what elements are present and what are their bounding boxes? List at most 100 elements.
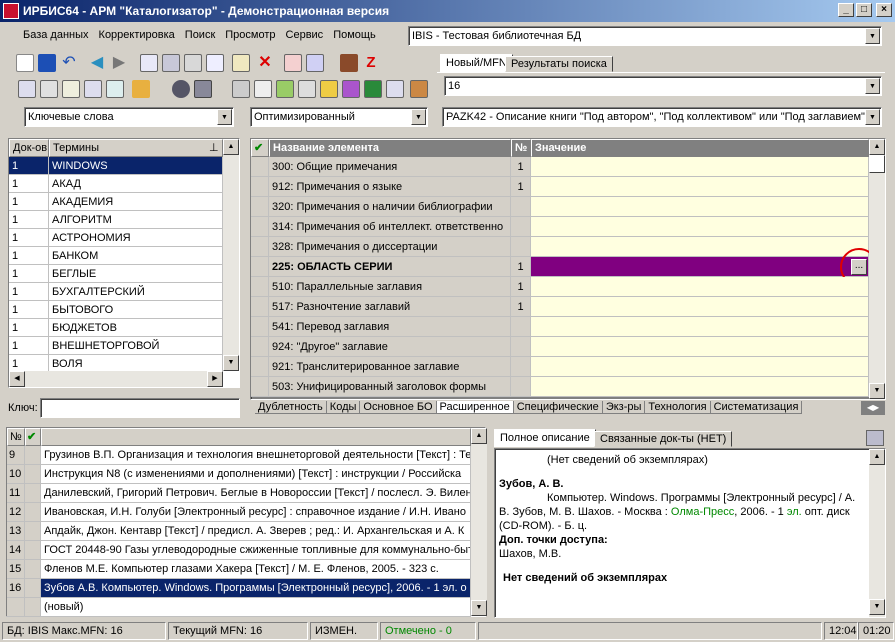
chevron-down-icon[interactable]: ▼	[865, 109, 880, 125]
dict-row[interactable]: 1 ВНЕШНЕТОРГОВОЙ	[9, 337, 223, 355]
field-value[interactable]	[531, 337, 869, 357]
record-row[interactable]: (новый)	[7, 598, 471, 617]
field-row[interactable]: 924: "Другое" заглавие	[251, 337, 869, 357]
field-tab[interactable]: Коды	[326, 401, 361, 414]
dict-row[interactable]: 1 АЛГОРИТМ	[9, 211, 223, 229]
dict-header-terms[interactable]: Термины	[49, 139, 223, 157]
record-check[interactable]	[25, 522, 41, 541]
field-value[interactable]	[531, 177, 869, 197]
field-value[interactable]	[531, 217, 869, 237]
export-icon[interactable]	[306, 54, 324, 72]
fields-vscroll[interactable]: ▲ ▼	[869, 139, 885, 399]
menu-service[interactable]: Сервис	[281, 29, 329, 41]
publisher-link[interactable]: Олма-Пресс	[671, 506, 734, 518]
field-tab[interactable]: Экз-ры	[602, 401, 646, 414]
record-row[interactable]: 11 Данилевский, Григорий Петрович. Беглые…	[7, 484, 471, 503]
field-row[interactable]: 510: Параллельные заглавия 1	[251, 277, 869, 297]
chat-icon[interactable]	[18, 80, 36, 98]
maximize-button[interactable]: □	[856, 3, 872, 17]
field-tab[interactable]: Технология	[645, 401, 711, 414]
menu-database[interactable]: База данных	[18, 29, 94, 41]
scroll-down-icon[interactable]: ▼	[869, 383, 885, 399]
preview-vscroll[interactable]: ▲ ▼	[869, 449, 885, 617]
books-icon[interactable]	[340, 54, 358, 72]
optimize-select[interactable]: Оптимизированный ▼	[250, 107, 428, 127]
field-value[interactable]	[531, 357, 869, 377]
field-tab[interactable]: Основное БО	[360, 401, 437, 414]
record-check[interactable]	[25, 560, 41, 579]
tab-search-results[interactable]: Результаты поиска	[505, 56, 613, 72]
menu-help[interactable]: Помощь	[328, 29, 381, 41]
field-row[interactable]: 328: Примечания о диссертации	[251, 237, 869, 257]
field-check-cell[interactable]	[251, 177, 269, 197]
scroll-down-icon[interactable]: ▼	[471, 600, 487, 616]
z3950-icon[interactable]: Z	[362, 54, 380, 72]
form-icon[interactable]	[254, 80, 272, 98]
dict-hscroll[interactable]: ◀ ▶	[9, 371, 223, 387]
dict-row[interactable]: 1 АСТРОНОМИЯ	[9, 229, 223, 247]
field-check-cell[interactable]	[251, 237, 269, 257]
menu-view[interactable]: Просмотр	[220, 29, 280, 41]
forward-arrow-icon[interactable]: ▶	[110, 54, 128, 72]
dict-row[interactable]: 1 БЕГЛЫЕ	[9, 265, 223, 283]
dict-row[interactable]: 1 БЫТОВОГО	[9, 301, 223, 319]
record-check[interactable]	[25, 465, 41, 484]
field-check-cell[interactable]	[251, 277, 269, 297]
worksheet-select[interactable]: PAZK42 - Описание книги "Под автором", "…	[442, 107, 882, 127]
close-button[interactable]: ×	[876, 3, 892, 17]
sheet-icon[interactable]	[386, 80, 404, 98]
record-check[interactable]	[25, 579, 41, 598]
menu-search[interactable]: Поиск	[180, 29, 220, 41]
chevron-down-icon[interactable]: ▼	[865, 78, 880, 94]
scroll-down-icon[interactable]: ▼	[223, 355, 239, 371]
mail-icon[interactable]	[62, 80, 80, 98]
message-icon[interactable]	[84, 80, 102, 98]
help-book-icon[interactable]	[410, 80, 428, 98]
dict-row[interactable]: 1 АКАД	[9, 175, 223, 193]
field-row[interactable]: 517: Разночтение заглавий 1	[251, 297, 869, 317]
hand-icon[interactable]	[132, 80, 150, 98]
doc-green-icon[interactable]	[276, 80, 294, 98]
tab-scroll-icon[interactable]: ◀▶	[861, 401, 885, 415]
import-icon[interactable]	[284, 54, 302, 72]
scroll-left-icon[interactable]: ◀	[9, 371, 25, 387]
printer-icon[interactable]	[232, 80, 250, 98]
field-check-cell[interactable]	[251, 317, 269, 337]
record-row[interactable]: 13 Апдайк, Джон. Кентавр [Текст] / предис…	[7, 522, 471, 541]
pages-icon[interactable]	[298, 80, 316, 98]
field-check-cell[interactable]	[251, 257, 269, 277]
back-arrow-icon[interactable]: ◀	[88, 54, 106, 72]
save-icon[interactable]	[38, 54, 56, 72]
field-row[interactable]: 300: Общие примечания 1	[251, 157, 869, 177]
field-tab[interactable]: Систематизация	[710, 401, 803, 414]
copy-record-icon[interactable]	[140, 54, 158, 72]
key-input[interactable]	[40, 398, 240, 418]
chevron-down-icon[interactable]: ▼	[865, 28, 880, 44]
scroll-thumb[interactable]	[869, 155, 885, 173]
mfn-select[interactable]: 16 ▼	[444, 76, 882, 96]
field-value[interactable]	[531, 317, 869, 337]
fields-header-num[interactable]: №	[511, 139, 531, 157]
dict-row[interactable]: 1 БУХГАЛТЕРСКИЙ	[9, 283, 223, 301]
scroll-up-icon[interactable]: ▲	[869, 449, 885, 465]
view-icon[interactable]	[172, 80, 190, 98]
field-check-cell[interactable]	[251, 337, 269, 357]
dict-row[interactable]: 1 WINDOWS	[9, 157, 223, 175]
scroll-up-icon[interactable]: ▲	[471, 428, 487, 444]
record-row[interactable]: 16 Зубов А.В. Компьютер. Windows. Програм…	[7, 579, 471, 598]
copy-icon[interactable]	[40, 80, 58, 98]
chevron-down-icon[interactable]: ▼	[217, 109, 232, 125]
record-row[interactable]: 15 Фленов М.Е. Компьютер глазами Хакера […	[7, 560, 471, 579]
scroll-up-icon[interactable]: ▲	[223, 139, 239, 155]
folder-icon[interactable]	[320, 80, 338, 98]
device-icon[interactable]	[194, 80, 212, 98]
menu-edit[interactable]: Корректировка	[94, 29, 180, 41]
print-doc-icon[interactable]	[184, 54, 202, 72]
records-header-no[interactable]: №	[7, 428, 25, 446]
abbr-link[interactable]: эл.	[787, 506, 802, 518]
tab-full-description[interactable]: Полное описание	[494, 429, 596, 447]
scroll-up-icon[interactable]: ▲	[869, 139, 885, 155]
field-row[interactable]: 921: Транслитерированное заглавие	[251, 357, 869, 377]
field-row[interactable]: 503: Унифицированный заголовок формы	[251, 377, 869, 397]
field-row[interactable]: 320: Примечания о наличии библиографии	[251, 197, 869, 217]
